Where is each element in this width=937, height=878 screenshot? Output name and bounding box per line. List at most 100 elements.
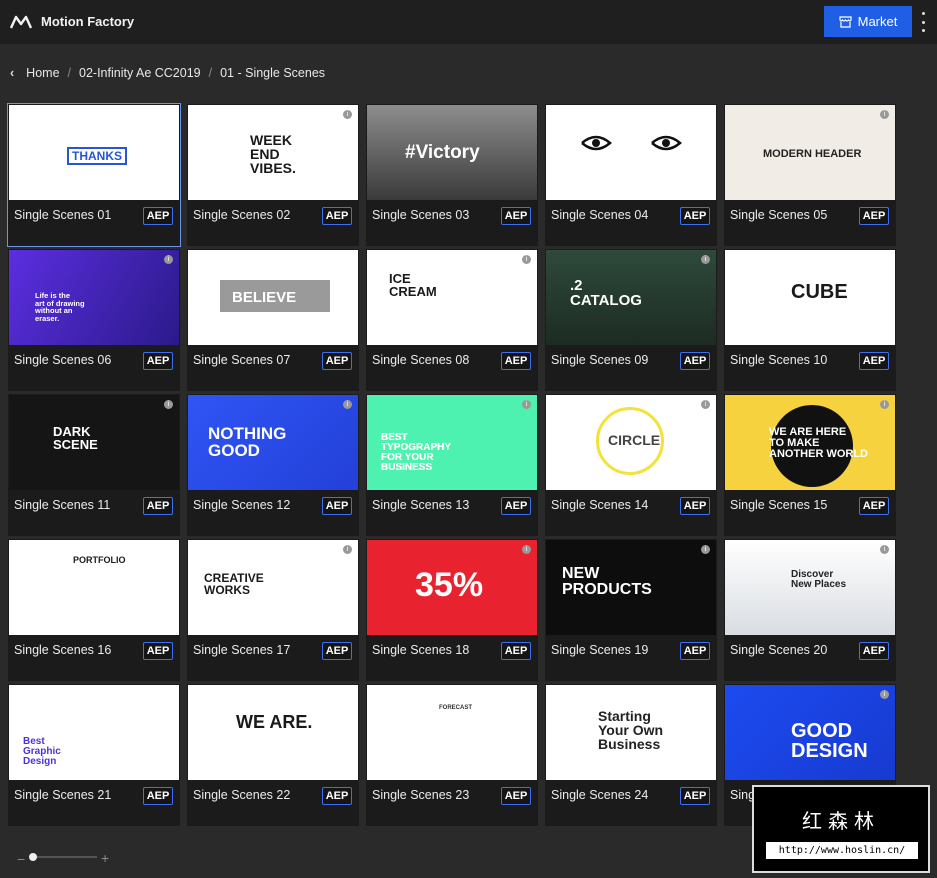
scene-label: Single Scenes 12 [193, 498, 291, 512]
kebab-icon[interactable] [916, 12, 930, 32]
watermark: 红森林 http://www.hoslin.cn/ [752, 785, 930, 873]
aep-badge: AEP [322, 352, 352, 370]
thumbnail-title: WEEK END VIBES. [250, 132, 296, 176]
scene-thumbnail: #Victory [367, 105, 537, 200]
thumbnail-title: CIRCLE [608, 432, 661, 448]
scene-label: Single Scenes 06 [14, 353, 112, 367]
scene-card[interactable]: BEST TYPOGRAPHY FOR YOUR BUSINESS i Single… [366, 394, 538, 536]
info-icon[interactable]: i [343, 110, 352, 119]
thumbnail-title: CUBE [791, 281, 848, 303]
aep-badge: AEP [143, 352, 173, 370]
scene-card[interactable]: PORTFOLIO Single Scenes 16 AEP [8, 539, 180, 681]
info-icon[interactable]: i [343, 400, 352, 409]
aep-badge: AEP [859, 207, 889, 225]
scene-card[interactable]: Life is the art of drawing without an er… [8, 249, 180, 391]
zoom-in-icon[interactable]: + [101, 850, 109, 866]
scene-card[interactable]: DARK SCENE i Single Scenes 11 AEP [8, 394, 180, 536]
aep-badge: AEP [143, 642, 173, 660]
scene-card[interactable]: 35% i Single Scenes 18 AEP [366, 539, 538, 681]
market-label: Market [857, 14, 898, 29]
store-icon [839, 15, 852, 28]
scene-label: Single Scenes 24 [551, 788, 649, 802]
scene-thumbnail: CREATIVE WORKS i [188, 540, 358, 635]
chevron-left-icon[interactable]: ‹ [10, 66, 14, 80]
scene-card[interactable]: Starting Your Own Business Single Scenes … [545, 684, 717, 826]
info-icon[interactable]: i [522, 400, 531, 409]
market-button[interactable]: Market [824, 6, 912, 37]
breadcrumb-home[interactable]: Home [26, 66, 59, 80]
thumbnail-title: 35% [415, 566, 484, 604]
thumbnail-title: #Victory [405, 142, 480, 163]
breadcrumb-folder[interactable]: 02-Infinity Ae CC2019 [79, 66, 201, 80]
scene-card[interactable]: BELIEVE Single Scenes 07 AEP [187, 249, 359, 391]
info-icon[interactable]: i [701, 400, 710, 409]
watermark-text: 红森林 [802, 809, 880, 833]
info-icon[interactable]: i [880, 690, 889, 699]
scene-card[interactable]: .2 CATALOG i Single Scenes 09 AEP [545, 249, 717, 391]
breadcrumb-current[interactable]: 01 - Single Scenes [220, 66, 325, 80]
scene-card[interactable]: NOTHING GOOD i Single Scenes 12 AEP [187, 394, 359, 536]
scene-thumbnail: Best Graphic Design [9, 685, 179, 780]
scene-label: Single Scenes 23 [372, 788, 470, 802]
scene-thumbnail: WE ARE HERE TO MAKE ANOTHER WORLD i [725, 395, 895, 490]
info-icon[interactable]: i [164, 255, 173, 264]
info-icon[interactable]: i [880, 110, 889, 119]
scene-card[interactable]: THANKS Single Scenes 01 AEP [7, 103, 181, 247]
thumbnail-title: ICE CREAM [389, 271, 437, 299]
thumbnail-title: NEW PRODUCTS [562, 565, 652, 598]
scene-card[interactable]: WEEK END VIBES. i Single Scenes 02 AEP [187, 104, 359, 246]
scene-thumbnail: Life is the art of drawing without an er… [9, 250, 179, 345]
thumbnail-title: FORECAST [439, 705, 472, 711]
scene-label: Single Scenes 01 [14, 208, 112, 222]
scene-card[interactable]: Discover New Places i Single Scenes 20 AEP [724, 539, 896, 681]
scene-card[interactable]: ICE CREAM i Single Scenes 08 AEP [366, 249, 538, 391]
info-icon[interactable]: i [522, 255, 531, 264]
scene-thumbnail: NOTHING GOOD i [188, 395, 358, 490]
scene-card[interactable]: #Victory Single Scenes 03 AEP [366, 104, 538, 246]
scene-label: Single Scenes 16 [14, 643, 112, 657]
scene-thumbnail: PORTFOLIO [9, 540, 179, 635]
scene-card[interactable]: MODERN Single Scenes 04 AEP [545, 104, 717, 246]
aep-badge: AEP [322, 497, 352, 515]
scene-card[interactable]: WE ARE HERE TO MAKE ANOTHER WORLD i Single… [724, 394, 896, 536]
aep-badge: AEP [322, 207, 352, 225]
info-icon[interactable]: i [343, 545, 352, 554]
thumbnail-title: WE ARE. [236, 712, 313, 732]
aep-badge: AEP [143, 497, 173, 515]
scene-label: Single Scenes 22 [193, 788, 291, 802]
scene-card[interactable]: NEW PRODUCTS i Single Scenes 19 AEP [545, 539, 717, 681]
scene-card[interactable]: CIRCLE i Single Scenes 14 AEP [545, 394, 717, 536]
scene-card[interactable]: Best Graphic Design Single Scenes 21 AEP [8, 684, 180, 826]
scene-thumbnail: CIRCLE i [546, 395, 716, 490]
info-icon[interactable]: i [701, 255, 710, 264]
zoom-out-icon[interactable]: − [17, 851, 25, 867]
scene-card[interactable]: MODERN HEADER i Single Scenes 05 AEP [724, 104, 896, 246]
breadcrumb-separator: / [67, 66, 71, 80]
info-icon[interactable]: i [880, 400, 889, 409]
aep-badge: AEP [859, 352, 889, 370]
scene-label: Single Scenes 04 [551, 208, 649, 222]
zoom-slider-track[interactable] [30, 856, 97, 858]
scene-thumbnail: NEW PRODUCTS i [546, 540, 716, 635]
thumbnail-title: BEST TYPOGRAPHY FOR YOUR BUSINESS [381, 432, 452, 473]
aep-badge: AEP [680, 642, 710, 660]
info-icon[interactable]: i [701, 545, 710, 554]
scene-label: Single Scenes 17 [193, 643, 291, 657]
scene-label: Single Scenes 20 [730, 643, 828, 657]
watermark-url: http://www.hoslin.cn/ [766, 842, 918, 859]
aep-badge: AEP [501, 497, 531, 515]
info-icon[interactable]: i [164, 400, 173, 409]
aep-badge: AEP [322, 787, 352, 805]
scene-card[interactable]: CUBE Single Scenes 10 AEP [724, 249, 896, 391]
scene-label: Single Scenes 03 [372, 208, 470, 222]
info-icon[interactable]: i [880, 545, 889, 554]
zoom-slider-handle[interactable] [29, 853, 37, 861]
scene-card[interactable]: CREATIVE WORKS i Single Scenes 17 AEP [187, 539, 359, 681]
thumbnail-title: BELIEVE [232, 289, 297, 306]
info-icon[interactable]: i [522, 545, 531, 554]
scene-card[interactable]: WE ARE. Single Scenes 22 AEP [187, 684, 359, 826]
scene-card[interactable]: FORECAST Single Scenes 23 AEP [366, 684, 538, 826]
scene-thumbnail: .2 CATALOG i [546, 250, 716, 345]
thumbnail-title: CREATIVE WORKS [204, 571, 264, 597]
thumbnail-title: NOTHING GOOD [208, 424, 287, 460]
